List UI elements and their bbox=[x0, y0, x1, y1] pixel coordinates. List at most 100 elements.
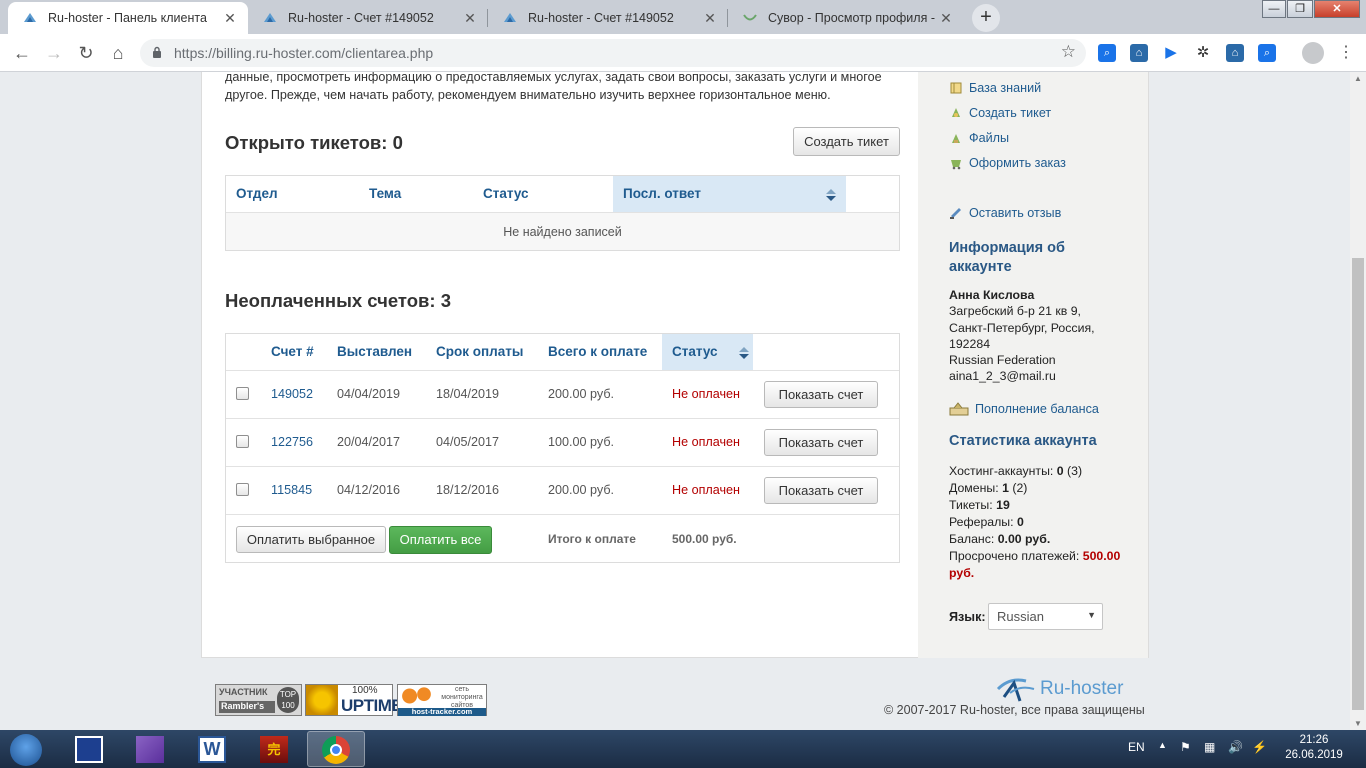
network-status-icon[interactable]: ▦ bbox=[1204, 740, 1215, 754]
volume-icon[interactable]: 🔊 bbox=[1228, 740, 1243, 754]
invoice-number-link[interactable]: 115845 bbox=[271, 483, 312, 497]
back-arrow-icon[interactable]: ← bbox=[10, 41, 34, 65]
close-window-icon[interactable]: ✕ bbox=[1314, 0, 1360, 18]
invoice-status: Не оплачен bbox=[672, 483, 741, 497]
ticket-icon bbox=[952, 108, 960, 117]
url-path: /clientarea.php bbox=[341, 45, 434, 61]
browser-tab-invoice-2[interactable]: Ru-hoster - Счет #149052 ✕ bbox=[488, 2, 728, 34]
browser-tab-client-panel[interactable]: Ru-hoster - Панель клиента ✕ bbox=[8, 2, 248, 34]
scroll-up-arrow-icon[interactable]: ▲ bbox=[1350, 74, 1366, 83]
ru-hoster-favicon-icon bbox=[504, 13, 516, 22]
lock-icon bbox=[153, 46, 161, 58]
search-extension-icon[interactable]: ⌕ bbox=[1098, 44, 1116, 62]
tab-close-icon[interactable]: ✕ bbox=[462, 10, 478, 27]
badge-text: UPTIME bbox=[341, 696, 403, 715]
system-clock[interactable]: 21:26 26.06.2019 bbox=[1282, 733, 1346, 763]
taskbar-app-word[interactable]: W bbox=[183, 731, 241, 767]
table-row: 115845 04/12/2016 18/12/2016 200.00 руб.… bbox=[226, 466, 899, 514]
forward-arrow-icon[interactable]: → bbox=[42, 41, 66, 65]
network-icon bbox=[400, 687, 432, 705]
invoice-number-link[interactable]: 122756 bbox=[271, 435, 313, 449]
pay-selected-button[interactable]: Оплатить выбранное bbox=[236, 526, 386, 553]
column-header-invoice-number[interactable]: Счет # bbox=[261, 334, 327, 370]
tab-close-icon[interactable]: ✕ bbox=[702, 10, 718, 27]
column-header-subject[interactable]: Тема bbox=[359, 176, 473, 212]
keyboard-language[interactable]: EN bbox=[1128, 740, 1145, 754]
invoice-number-link[interactable]: 149052 bbox=[271, 387, 313, 401]
show-invoice-button[interactable]: Показать счет bbox=[764, 477, 878, 504]
sidebar-item-label: База знаний bbox=[969, 81, 1042, 95]
browser-tab-invoice-1[interactable]: Ru-hoster - Счет #149052 ✕ bbox=[248, 2, 488, 34]
show-invoice-button[interactable]: Показать счет bbox=[764, 381, 878, 408]
extension-house-2-icon[interactable]: ⌂ bbox=[1226, 44, 1244, 62]
uptime-badge[interactable]: 100% UPTIME bbox=[305, 684, 403, 716]
column-header-last-reply[interactable]: Посл. ответ bbox=[613, 176, 846, 212]
sidebar-item-feedback[interactable]: Оставить отзыв bbox=[949, 206, 1061, 220]
taskbar-app-chrome[interactable] bbox=[307, 731, 365, 767]
account-name: Анна Кислова bbox=[949, 288, 1035, 302]
invoice-checkbox[interactable] bbox=[236, 435, 249, 448]
stat-value: 1 bbox=[1002, 481, 1009, 495]
column-header-status[interactable]: Статус bbox=[473, 176, 613, 212]
order-icon bbox=[951, 160, 961, 170]
host-tracker-badge[interactable]: сеть мониторинга сайтов host-tracker.com bbox=[397, 684, 487, 716]
scrollbar-thumb[interactable] bbox=[1352, 258, 1364, 710]
chevron-down-icon: ▼ bbox=[1087, 610, 1096, 620]
invoice-checkbox[interactable] bbox=[236, 387, 249, 400]
windows-taskbar: W 完 EN ▲ ⚑ ▦ 🔊 ⚡ 21:26 26.06.2019 bbox=[0, 730, 1366, 768]
create-ticket-button[interactable]: Создать тикет bbox=[793, 127, 900, 156]
tab-close-icon[interactable]: ✕ bbox=[938, 10, 954, 27]
sidebar-item-files[interactable]: Файлы bbox=[949, 131, 1009, 145]
start-button[interactable] bbox=[0, 731, 52, 767]
browser-tab-profile[interactable]: Сувор - Просмотр профиля - Ti ✕ bbox=[728, 2, 964, 34]
stat-hosting: Хостинг-аккаунты: 0 (3) bbox=[949, 463, 1120, 480]
taskbar-app-visual-studio[interactable] bbox=[121, 731, 179, 767]
extension-play-icon[interactable]: ▶ bbox=[1162, 44, 1180, 62]
tickets-table: Отдел Тема Статус Посл. ответ Не найдено… bbox=[225, 175, 900, 251]
extension-search-2-icon[interactable]: ⌕ bbox=[1258, 44, 1276, 62]
page-scrollbar[interactable]: ▲ ▼ bbox=[1350, 72, 1366, 730]
column-header-due-date[interactable]: Срок оплаты bbox=[426, 334, 538, 370]
badge-text: 100 bbox=[281, 701, 295, 710]
address-bar[interactable]: https://billing.ru-hoster.com/clientarea… bbox=[140, 39, 1086, 67]
new-tab-button[interactable]: + bbox=[972, 4, 1000, 32]
pay-all-button[interactable]: Оплатить все bbox=[389, 526, 492, 554]
taskbar-app-game[interactable]: 完 bbox=[245, 731, 303, 767]
stat-label: Хостинг-аккаунты: bbox=[949, 464, 1054, 478]
browser-menu-icon[interactable]: ⋮ bbox=[1334, 41, 1358, 65]
chrome-icon bbox=[322, 736, 350, 764]
taskbar-app-save[interactable] bbox=[60, 731, 118, 767]
column-header-total[interactable]: Всего к оплате bbox=[538, 334, 662, 370]
show-invoice-button[interactable]: Показать счет bbox=[764, 429, 878, 456]
home-icon[interactable]: ⌂ bbox=[106, 41, 130, 65]
table-row: 122756 20/04/2017 04/05/2017 100.00 руб.… bbox=[226, 418, 899, 466]
column-header-invoice-status[interactable]: Статус bbox=[662, 334, 753, 370]
sidebar-item-place-order[interactable]: Оформить заказ bbox=[949, 156, 1066, 170]
profile-avatar-icon[interactable] bbox=[1302, 42, 1324, 64]
bookmark-star-icon[interactable]: ☆ bbox=[1061, 42, 1076, 62]
maximize-window-icon[interactable]: ❐ bbox=[1287, 0, 1313, 18]
flag-icon[interactable]: ⚑ bbox=[1180, 740, 1191, 754]
account-info-heading-line: Информация об bbox=[949, 240, 1065, 256]
sidebar-item-knowledgebase[interactable]: База знаний bbox=[949, 81, 1041, 95]
extension-gear-icon[interactable]: ✲ bbox=[1194, 44, 1212, 62]
power-icon[interactable]: ⚡ bbox=[1252, 740, 1267, 754]
minimize-window-icon[interactable]: — bbox=[1262, 0, 1286, 18]
sidebar-item-topup-balance[interactable]: Пополнение баланса bbox=[949, 402, 1099, 416]
column-header-issued[interactable]: Выставлен bbox=[327, 334, 426, 370]
rambler-top100-badge[interactable]: УЧАСТНИК Rambler's TOP 100 bbox=[215, 684, 302, 716]
column-header-department[interactable]: Отдел bbox=[226, 176, 359, 212]
stat-label: Просрочено платежей: bbox=[949, 549, 1080, 563]
tab-close-icon[interactable]: ✕ bbox=[222, 10, 238, 27]
sidebar-item-create-ticket[interactable]: Создать тикет bbox=[949, 106, 1051, 120]
language-select[interactable]: Russian ▼ bbox=[988, 603, 1103, 630]
extension-house-icon[interactable]: ⌂ bbox=[1130, 44, 1148, 62]
reload-icon[interactable]: ↻ bbox=[74, 41, 98, 65]
invoice-checkbox[interactable] bbox=[236, 483, 249, 496]
stat-extra: (2) bbox=[1012, 481, 1028, 495]
total-due-value: 500.00 руб. bbox=[672, 532, 737, 546]
sort-arrows-icon bbox=[739, 347, 749, 359]
scroll-down-arrow-icon[interactable]: ▼ bbox=[1350, 719, 1366, 728]
account-address: Загребский б-р 21 кв 9, bbox=[949, 304, 1081, 319]
show-hidden-icons-icon[interactable]: ▲ bbox=[1158, 740, 1167, 750]
